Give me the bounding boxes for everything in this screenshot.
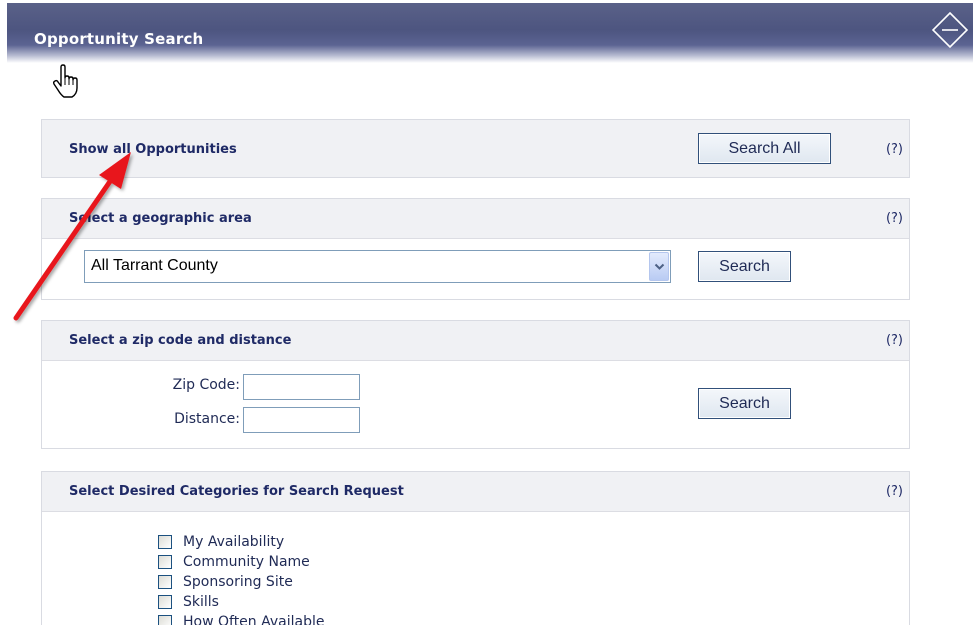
zip-code-label: Zip Code: — [172, 377, 240, 393]
collapse-diamond-icon[interactable] — [931, 11, 969, 49]
categories-help-link[interactable]: (?) — [886, 484, 903, 499]
category-label: Skills — [183, 594, 219, 610]
geographic-area-title: Select a geographic area — [69, 211, 252, 226]
categories-body: My Availability Community Name Sponsorin… — [42, 512, 909, 625]
category-label: My Availability — [183, 534, 285, 550]
show-all-header: Show all Opportunities Search All (?) — [42, 120, 909, 177]
page-title: Opportunity Search — [34, 30, 204, 48]
geographic-area-header: Select a geographic area (?) — [42, 199, 909, 239]
dropdown-arrow-button[interactable] — [649, 252, 669, 281]
geographic-area-help-link[interactable]: (?) — [886, 211, 903, 226]
category-label: Sponsoring Site — [183, 574, 293, 590]
zip-distance-help-link[interactable]: (?) — [886, 333, 903, 348]
zip-search-button[interactable]: Search — [698, 388, 791, 419]
zip-distance-section: Select a zip code and distance (?) Zip C… — [41, 320, 910, 449]
categories-header: Select Desired Categories for Search Req… — [42, 472, 909, 512]
geographic-area-selected-value: All Tarrant County — [91, 257, 218, 274]
show-all-help-link[interactable]: (?) — [886, 142, 903, 157]
categories-section: Select Desired Categories for Search Req… — [41, 471, 910, 625]
show-all-section: Show all Opportunities Search All (?) — [41, 119, 910, 178]
zip-distance-header: Select a zip code and distance (?) — [42, 321, 909, 361]
chevron-down-icon — [654, 263, 664, 270]
categories-title: Select Desired Categories for Search Req… — [69, 484, 404, 499]
my-availability-checkbox[interactable] — [158, 535, 172, 549]
sponsoring-site-checkbox[interactable] — [158, 575, 172, 589]
skills-checkbox[interactable] — [158, 595, 172, 609]
how-often-available-checkbox[interactable] — [158, 615, 172, 625]
geographic-area-select[interactable]: All Tarrant County — [84, 250, 671, 283]
show-all-title: Show all Opportunities — [69, 142, 237, 157]
zip-code-input[interactable] — [243, 374, 360, 400]
distance-label: Distance: — [174, 411, 240, 427]
search-all-button[interactable]: Search All — [698, 133, 831, 164]
page-header: Opportunity Search — [7, 3, 973, 63]
category-label: How Often Available — [183, 614, 325, 625]
geographic-area-body: All Tarrant County Search — [42, 239, 909, 299]
geographic-area-section: Select a geographic area (?) All Tarrant… — [41, 198, 910, 300]
zip-distance-title: Select a zip code and distance — [69, 333, 292, 348]
distance-input[interactable] — [243, 407, 360, 433]
community-name-checkbox[interactable] — [158, 555, 172, 569]
geographic-search-button[interactable]: Search — [698, 251, 791, 282]
hand-pointer-icon — [52, 64, 78, 98]
zip-distance-body: Zip Code: Distance: Search — [42, 361, 909, 448]
category-label: Community Name — [183, 554, 310, 570]
